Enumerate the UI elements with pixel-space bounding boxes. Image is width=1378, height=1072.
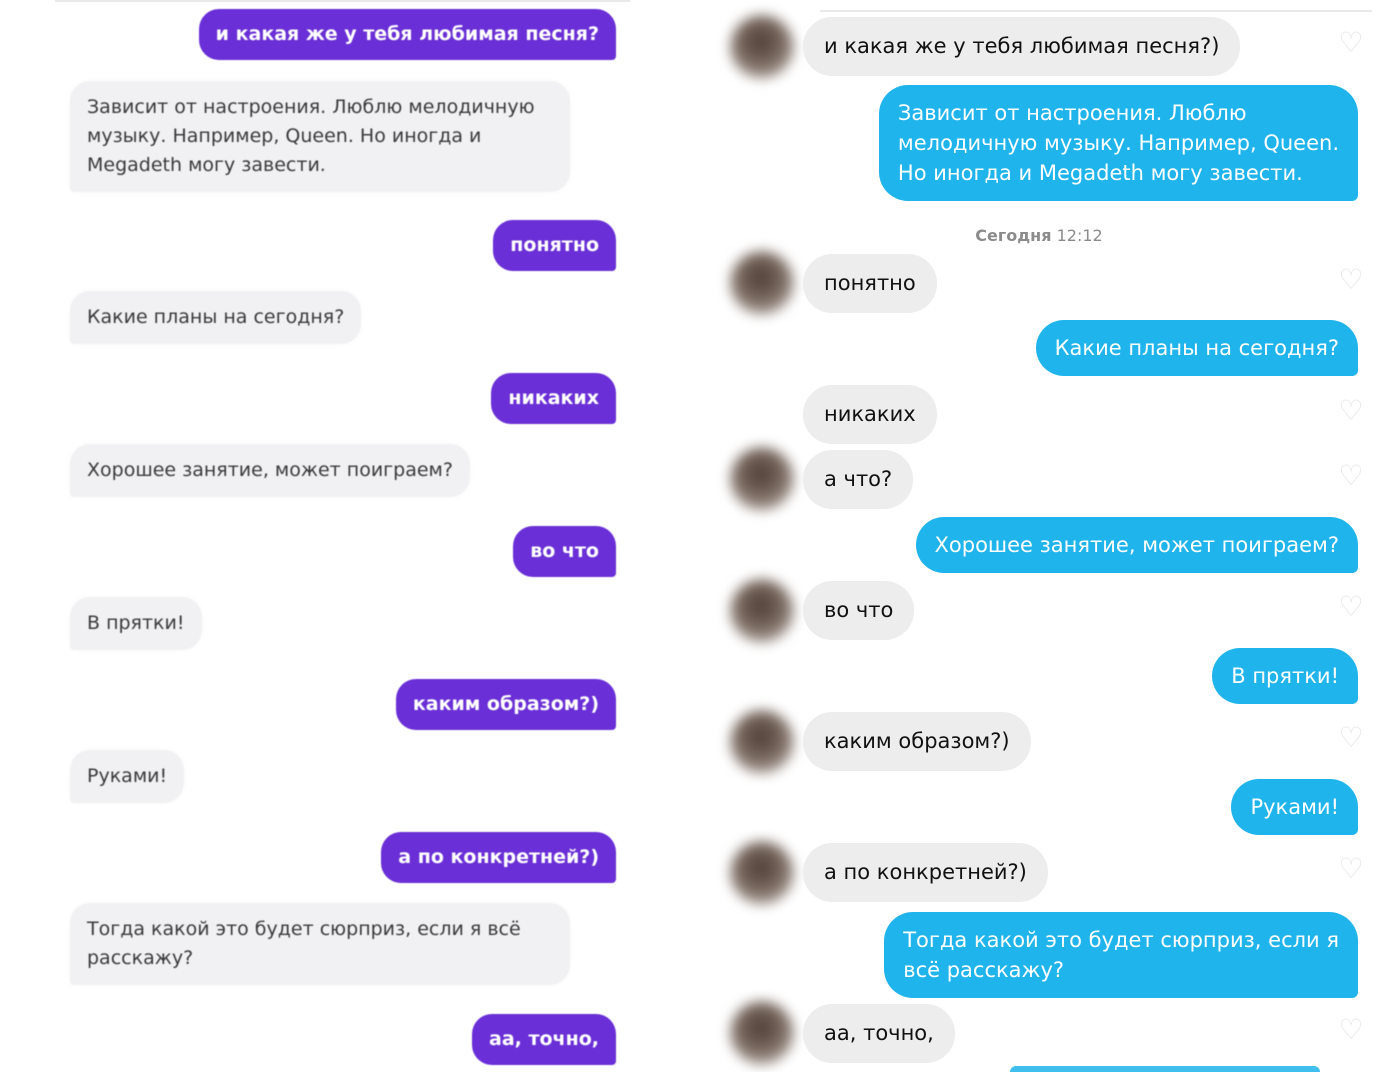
message-incoming: во что [803, 581, 915, 640]
message-line: Megadeth могу завести. [87, 154, 326, 176]
divider-time: 12:12 [1056, 226, 1103, 245]
message-outgoing: и какая же у тебя любимая песня? [198, 9, 616, 60]
message-outgoing: каким образом?) [395, 679, 616, 730]
heart-outline-icon[interactable]: ♡ [1336, 1016, 1366, 1044]
message-incoming: Хорошее занятие, может поиграем? [70, 444, 470, 497]
heart-outline-icon[interactable]: ♡ [1336, 397, 1366, 425]
next-message-edge [1010, 1066, 1320, 1072]
message-outgoing: аа, точно, [472, 1014, 616, 1065]
heart-outline-icon[interactable]: ♡ [1336, 266, 1366, 294]
message-line: всё расскажу? [903, 958, 1065, 982]
message-line: Но иногда и Megadeth могу завести. [897, 161, 1303, 185]
message-incoming: никаких [803, 385, 937, 444]
heart-outline-icon[interactable]: ♡ [1336, 29, 1366, 57]
message-incoming: Тогда какой это будет сюрприз, если я вс… [70, 903, 570, 985]
avatar [730, 251, 794, 315]
message-incoming: аа, точно, [803, 1004, 955, 1063]
heart-outline-icon[interactable]: ♡ [1336, 724, 1366, 752]
avatar [730, 841, 794, 905]
avatar [730, 579, 794, 643]
message-outgoing: В прятки! [1212, 648, 1358, 704]
message-outgoing: во что [513, 526, 616, 577]
message-incoming: а по конкретней?) [803, 843, 1048, 902]
message-line: Зависит от настроения. Люблю [897, 101, 1247, 125]
right-chat-screenshot: и какая же у тебя любимая песня?) ♡ Зави… [700, 0, 1378, 1072]
message-line: расскажу? [87, 947, 194, 969]
left-chat-screenshot: и какая же у тебя любимая песня? Зависит… [0, 0, 690, 1072]
top-divider [820, 10, 1372, 12]
message-incoming: а что? [803, 450, 914, 509]
avatar [730, 1001, 794, 1065]
message-line: Тогда какой это будет сюрприз, если я [903, 928, 1339, 952]
date-divider: Сегодня 12:12 [700, 226, 1378, 245]
message-line: мелодичную музыку. Например, Queen. [897, 131, 1339, 155]
avatar [730, 15, 794, 79]
message-outgoing: Тогда какой это будет сюрприз, если я вс… [884, 912, 1358, 998]
message-line: музыку. Например, Queen. Но иногда и [87, 125, 482, 147]
message-incoming: В прятки! [70, 597, 202, 650]
heart-outline-icon[interactable]: ♡ [1336, 593, 1366, 621]
message-incoming: и какая же у тебя любимая песня?) [803, 17, 1241, 76]
message-outgoing: никаких [491, 373, 616, 424]
avatar [730, 447, 794, 511]
message-outgoing: а по конкретней?) [381, 832, 616, 883]
message-line: Зависит от настроения. Люблю мелодичную [87, 96, 535, 118]
heart-outline-icon[interactable]: ♡ [1336, 855, 1366, 883]
message-incoming: Какие планы на сегодня? [70, 291, 362, 344]
message-incoming: каким образом?) [803, 712, 1031, 771]
message-incoming: Руками! [70, 750, 185, 803]
message-line: Тогда какой это будет сюрприз, если я вс… [87, 918, 521, 940]
message-outgoing: Какие планы на сегодня? [1035, 320, 1358, 376]
divider-day: Сегодня [975, 226, 1052, 245]
message-outgoing: понятно [493, 220, 616, 271]
top-divider [55, 0, 630, 2]
message-outgoing: Хорошее занятие, может поиграем? [915, 517, 1358, 573]
message-outgoing: Руками! [1231, 779, 1358, 835]
message-outgoing: Зависит от настроения. Люблю мелодичную … [878, 85, 1358, 201]
message-incoming: Зависит от настроения. Люблю мелодичную … [70, 81, 570, 192]
avatar [730, 710, 794, 774]
heart-outline-icon[interactable]: ♡ [1336, 462, 1366, 490]
message-incoming: понятно [803, 254, 937, 313]
